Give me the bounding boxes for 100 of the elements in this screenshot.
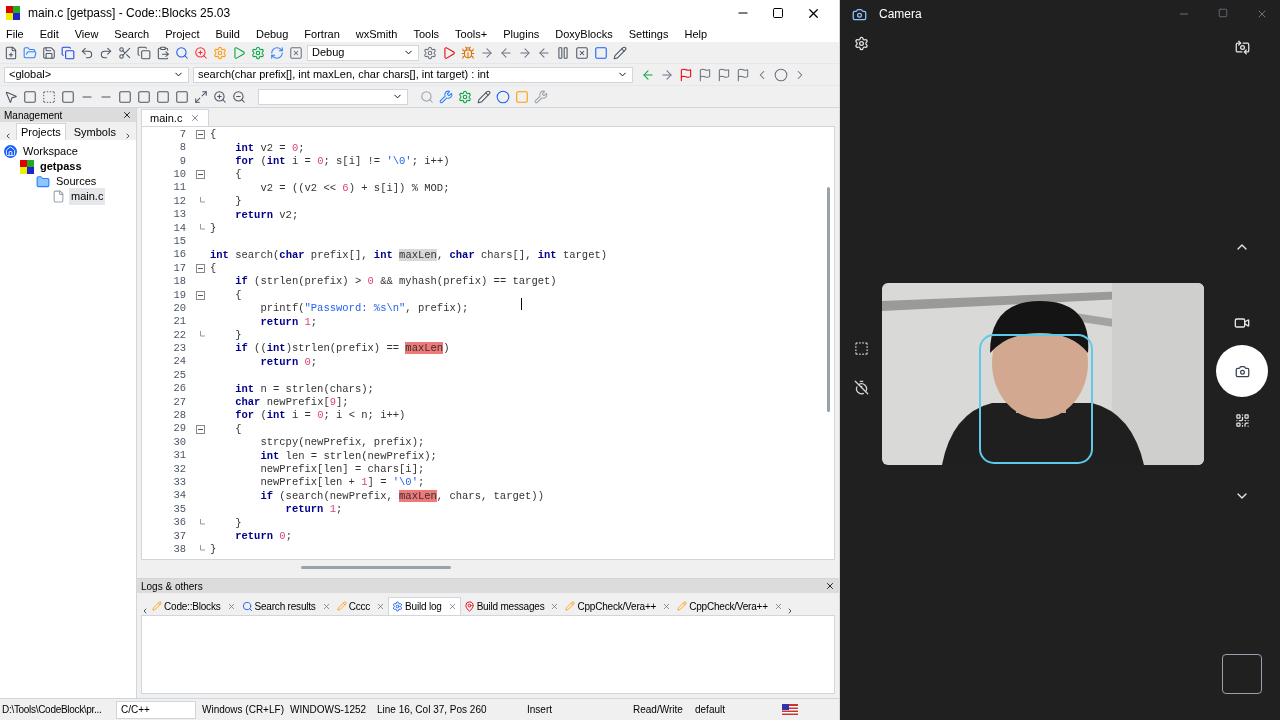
log-tab[interactable]: Build messages (460, 597, 563, 615)
window-icon[interactable] (594, 45, 608, 60)
fold-icon[interactable] (195, 290, 205, 300)
undo-icon[interactable] (80, 45, 94, 60)
menu-item[interactable]: Settings (620, 25, 677, 43)
find-icon[interactable] (420, 89, 434, 104)
expand-icon[interactable] (194, 89, 208, 104)
code-line: } (234, 195, 242, 209)
fold-icon[interactable] (195, 424, 205, 434)
status-language: C/C++ (116, 700, 196, 719)
fold-icon[interactable] (195, 264, 205, 274)
scrollbar[interactable] (301, 565, 451, 569)
menu-item[interactable]: Tools (405, 25, 448, 43)
step-back-icon[interactable] (499, 45, 513, 60)
clear-flag-icon[interactable] (736, 67, 750, 82)
prev-flag-icon[interactable] (717, 67, 731, 82)
close-icon[interactable] (825, 581, 835, 591)
menu-item[interactable]: wxSmith (347, 25, 406, 43)
refresh-icon[interactable] (270, 45, 284, 60)
menu-item[interactable]: Edit (31, 25, 67, 43)
forward-icon[interactable] (660, 67, 674, 82)
menu-item[interactable]: View (66, 25, 107, 43)
log-tab[interactable]: Code::Blocks (149, 597, 239, 615)
wrench-icon[interactable] (534, 89, 548, 104)
qr-code-icon[interactable] (1234, 413, 1250, 428)
doc-icon[interactable] (458, 89, 472, 104)
zoom-icon[interactable] (194, 45, 208, 60)
tree-item[interactable]: getpass (38, 158, 84, 175)
build-target-dropdown[interactable]: Debug (307, 44, 419, 61)
debug-play-icon[interactable] (442, 45, 456, 60)
pencil-icon[interactable] (613, 45, 627, 60)
log-tab[interactable]: Search results (238, 597, 334, 615)
menu-item[interactable]: Plugins (495, 25, 548, 43)
pause-icon[interactable] (556, 45, 570, 60)
back-icon[interactable] (641, 67, 655, 82)
panel-tab[interactable]: Symbols (69, 123, 120, 140)
thumbnail[interactable] (1222, 654, 1262, 694)
tool-icon[interactable] (439, 89, 453, 104)
menu-item[interactable]: Debug (247, 25, 297, 43)
function-dropdown[interactable]: search(char prefix[], int maxLen, char chars[], int target) : int (193, 66, 633, 83)
file-plus-icon[interactable] (4, 45, 18, 60)
close-icon[interactable] (122, 110, 132, 120)
log-tab[interactable]: CppCheck/Vera++ (674, 597, 786, 615)
panel-tab[interactable]: Projects (16, 122, 66, 140)
play-icon[interactable] (232, 45, 246, 60)
redo-icon[interactable] (99, 45, 113, 60)
search-icon[interactable] (175, 45, 189, 60)
fold-icon[interactable] (195, 170, 205, 180)
pointer-icon[interactable] (4, 89, 18, 104)
save-icon[interactable] (42, 45, 56, 60)
zoom-in-icon[interactable] (213, 89, 227, 104)
menu-item[interactable]: Fortran (296, 25, 348, 43)
gear-icon (392, 601, 404, 612)
step-into-icon[interactable] (518, 45, 532, 60)
fold-icon[interactable] (195, 130, 205, 140)
tree-item[interactable]: main.c (69, 188, 106, 205)
log-tab[interactable]: Build log (388, 597, 461, 615)
stop-icon[interactable] (289, 45, 303, 60)
log-tab[interactable]: Cccc (333, 597, 389, 615)
shutter-button[interactable] (1216, 345, 1268, 397)
scroll-left-icon[interactable] (4, 132, 12, 140)
rectangle-icon[interactable] (23, 89, 37, 104)
flag-icon[interactable] (679, 67, 693, 82)
tree-item[interactable]: Workspace (21, 143, 80, 160)
tree-item[interactable]: Sources (54, 173, 99, 190)
dot-icon[interactable] (774, 67, 788, 82)
menu-item[interactable]: Help (676, 25, 716, 43)
folder-icon[interactable] (23, 45, 37, 60)
code-line: } (234, 329, 242, 343)
menu-item[interactable]: Project (157, 25, 208, 43)
next-flag-icon[interactable] (698, 67, 712, 82)
scroll-left-icon[interactable] (141, 607, 149, 615)
timer-off-icon[interactable] (853, 380, 869, 395)
clipboard-icon[interactable] (156, 45, 170, 60)
menu-item[interactable]: Build (207, 25, 248, 43)
menu-item[interactable]: File (6, 25, 32, 43)
scissors-icon[interactable] (118, 45, 132, 60)
menu-item[interactable]: Search (106, 25, 158, 43)
code-line: } (210, 543, 217, 557)
save-all-icon[interactable] (61, 45, 75, 60)
maximize-icon[interactable] (772, 7, 784, 19)
stop-debug-icon[interactable] (575, 45, 589, 60)
scope-dropdown[interactable]: <global> (4, 66, 189, 83)
bug-icon[interactable] (461, 45, 475, 60)
video-icon[interactable] (1234, 315, 1250, 331)
gear-play-icon[interactable] (251, 45, 265, 60)
step-icon[interactable] (480, 45, 494, 60)
menu-item[interactable]: DoxyBlocks (547, 25, 621, 43)
switch-camera-icon[interactable] (1234, 40, 1250, 55)
panel-title: Logs & others (141, 579, 203, 594)
log-tab[interactable]: CppCheck/Vera++ (562, 597, 675, 615)
scrollbar[interactable] (827, 187, 830, 412)
menu-item[interactable]: Tools+ (447, 25, 496, 43)
copy-icon[interactable] (137, 45, 151, 60)
frame-icon[interactable] (42, 89, 56, 104)
step-out-icon[interactable] (537, 45, 551, 60)
file-tab[interactable]: main.c (141, 108, 210, 126)
code-line: if (strlen(prefix) > 0 && myhash(prefix) == target) (234, 275, 557, 289)
globe-icon[interactable] (496, 89, 510, 104)
zoom-out-icon[interactable] (232, 89, 246, 104)
